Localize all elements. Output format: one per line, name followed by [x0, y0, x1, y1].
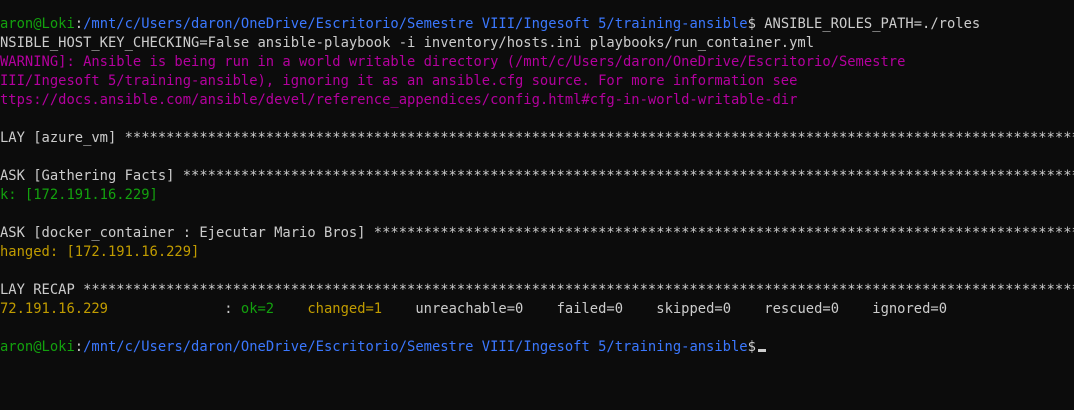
prompt-path: /mnt/c/Users/daron/OneDrive/Escritorio/S… [83, 16, 748, 32]
warning-line: WARNING]: Ansible is being run in a worl… [0, 54, 906, 70]
task-result-changed: hanged: [172.191.16.229] [0, 244, 200, 260]
recap-host: 72.191.16.229 [0, 301, 108, 317]
text-cursor[interactable] [757, 349, 766, 352]
recap-separator: : [107, 301, 241, 317]
recap-ignored: ignored=0 [872, 301, 948, 317]
prompt-line-current[interactable]: aron@Loki:/mnt/c/Users/daron/OneDrive/Es… [0, 338, 1074, 357]
warning-line: III/Ingesoft 5/training-ansible), ignori… [0, 73, 798, 89]
prompt-line: aron@Loki:/mnt/c/Users/daron/OneDrive/Es… [0, 15, 1074, 34]
task-result-ok: k: [172.191.16.229] [0, 187, 158, 203]
prompt-user-host: aron@Loki [0, 16, 75, 32]
recap-line: 72.191.16.229 : ok=2 changed=1 unreachab… [0, 300, 1074, 319]
recap-header: LAY RECAP ******************************… [0, 282, 1074, 298]
recap-skipped: skipped=0 [656, 301, 732, 317]
play-header: LAY [azure_vm] *************************… [0, 130, 1074, 146]
prompt-symbol: $ [747, 339, 756, 355]
recap-ok: ok=2 [240, 301, 275, 317]
recap-failed: failed=0 [556, 301, 624, 317]
prompt-colon: : [74, 339, 84, 355]
prompt-colon: : [74, 16, 84, 32]
warning-line: ttps://docs.ansible.com/ansible/devel/re… [0, 92, 798, 108]
recap-unreachable: unreachable=0 [415, 301, 524, 317]
task-header: ASK [docker_container : Ejecutar Mario B… [0, 225, 1074, 241]
prompt-user-host: aron@Loki [0, 339, 75, 355]
task-header: ASK [Gathering Facts] ******************… [0, 168, 1074, 184]
prompt-path: /mnt/c/Users/daron/OneDrive/Escritorio/S… [83, 339, 748, 355]
recap-changed: changed=1 [307, 301, 383, 317]
command-text: ANSIBLE_ROLES_PATH=./roles [755, 16, 981, 32]
command-continuation: NSIBLE_HOST_KEY_CHECKING=False ansible-p… [0, 35, 815, 51]
prompt-symbol: $ [747, 16, 756, 32]
terminal-window[interactable]: aron@Loki:/mnt/c/Users/daron/OneDrive/Es… [0, 0, 1074, 410]
recap-rescued: rescued=0 [764, 301, 840, 317]
